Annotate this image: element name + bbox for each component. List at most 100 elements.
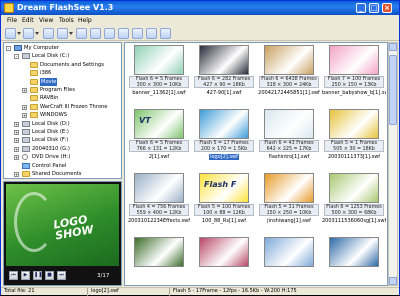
expand-icon[interactable]: + [22, 104, 27, 110]
forward-button[interactable] [23, 28, 34, 39]
view-dropdown-icon[interactable] [69, 32, 73, 36]
thumbnail-tile[interactable]: Flash 7 = 100 Frames 250 × 150 = 13Kb bann… [322, 45, 386, 105]
tree-item[interactable]: + Local Disk (D:) [4, 120, 121, 128]
thumbnail-image[interactable] [199, 237, 249, 267]
thumbnail-image[interactable] [264, 109, 314, 139]
thumbnail-image[interactable] [264, 45, 314, 75]
expand-icon[interactable]: + [14, 130, 19, 135]
tree-item[interactable]: + Program Files [4, 86, 121, 94]
thumbnail-tile[interactable]: Flash 6 = 282 Frames 427 × 90 = 18Kb 427-9… [192, 45, 256, 105]
back-button[interactable] [5, 28, 16, 39]
thumbnail-tile[interactable] [192, 237, 256, 285]
thumbnail-tile[interactable]: VT Flash 6 = 5 Frames 766 × 131 = 12Kb 2[1]… [127, 109, 191, 169]
settings-button[interactable] [132, 28, 143, 39]
thumbnail-image[interactable] [329, 237, 379, 267]
thumbnail-image[interactable] [329, 173, 379, 203]
file-name-text: jinshiwang[1].swf [267, 218, 311, 224]
collapse-icon[interactable]: - [6, 46, 11, 51]
thumbnail-tile[interactable]: Flash 6 = 43 Frames 642 × 225 = 17Kb flash… [257, 109, 321, 169]
collapse-icon[interactable]: - [14, 54, 19, 60]
folder-button[interactable] [76, 28, 87, 39]
thumbnail-image[interactable] [199, 109, 249, 139]
forward-dropdown-icon[interactable] [35, 32, 39, 36]
thumbnail-image[interactable] [264, 173, 314, 203]
pause-button[interactable]: ❚❚ [33, 271, 42, 280]
tree-item[interactable]: + Local Disk (E:) [4, 128, 121, 136]
thumbnail-image[interactable] [329, 109, 379, 139]
minimize-button[interactable]: _ [356, 3, 366, 13]
expand-icon[interactable]: + [14, 138, 19, 144]
thumbnail-view-button[interactable] [57, 28, 68, 39]
thumbnail-image[interactable] [134, 173, 184, 203]
next-frame-button[interactable]: ⏭ [57, 271, 66, 280]
disk-button[interactable] [104, 28, 115, 39]
menu-file[interactable]: File [7, 16, 17, 25]
tree-item[interactable]: Control Panel [4, 162, 121, 170]
gallery-scrollbar[interactable] [388, 42, 398, 286]
expand-icon[interactable]: + [14, 155, 19, 161]
dimensions-size: 500 × 300 = 68Kb [331, 210, 377, 216]
thumbnail-image[interactable] [264, 237, 314, 267]
close-button[interactable]: × [382, 3, 392, 13]
thumbnail-tile[interactable]: Flash F Flash 5 = 100 Frames 100 × 88 = 12… [192, 173, 256, 233]
tree-item[interactable]: - My Computer [4, 44, 121, 52]
expand-icon[interactable]: + [14, 121, 19, 127]
expand-icon[interactable]: + [14, 172, 19, 177]
thumbnail-tile[interactable]: Flash 5 = 17 Frames 200 × 170 = 1.5Kb logo… [192, 109, 256, 169]
tree-item[interactable]: + WarCraft III Frozen Throne [4, 103, 121, 111]
menu-edit[interactable]: Edit [22, 16, 34, 25]
tree-item[interactable]: Movie [4, 77, 121, 86]
expand-icon[interactable]: + [22, 113, 27, 119]
tree-item[interactable]: + WINDOWS [4, 111, 121, 119]
thumbnail-tile[interactable] [322, 237, 386, 285]
tree-item[interactable]: Documents and Settings [4, 61, 121, 69]
scroll-down-button[interactable] [389, 277, 397, 285]
menu-view[interactable]: View [39, 16, 53, 25]
back-dropdown-icon[interactable] [17, 32, 21, 36]
tree-item[interactable]: + Local Disk (F:) [4, 136, 121, 144]
tree-item[interactable]: i386 [4, 69, 121, 77]
thumbnail-tile[interactable]: Flash 5 = 31 Frames 150 × 250 = 10Kb jinsh… [257, 173, 321, 233]
thumbnail-image[interactable] [199, 45, 249, 75]
help-button[interactable] [160, 28, 171, 39]
thumbnail-tile[interactable]: Flash 4 = 756 Frames 559 × 400 = 12Kb 2003… [127, 173, 191, 233]
thumbnail-tile[interactable]: Flash 5 = 1 Frames 505 × 30 = 18Kb 2003011… [322, 109, 386, 169]
thumbnail-tile[interactable]: Flash 6 = 6438 Frames 318 × 300 = 24Kb 200… [257, 45, 321, 105]
thumbnail-image[interactable] [329, 45, 379, 75]
tree-item[interactable]: RAVBin [4, 94, 121, 102]
expand-icon[interactable]: + [22, 88, 27, 93]
thumbnail-image[interactable] [134, 237, 184, 267]
fullscreen-button[interactable] [146, 28, 157, 39]
thumbnail-tile[interactable] [257, 237, 321, 285]
play-button[interactable]: ▶ [21, 271, 30, 280]
tree-item[interactable]: +20040310 (G:) [4, 145, 121, 153]
scroll-up-button[interactable] [389, 43, 397, 51]
title-bar[interactable]: Dream FlashSee V1.3 _ □ × [1, 1, 399, 15]
expand-icon[interactable]: + [14, 146, 19, 152]
thumbnail-image[interactable]: VT [134, 109, 184, 139]
thumbnail-tile[interactable]: Flash 6 = 1253 Frames 500 × 300 = 68Kb 200… [322, 173, 386, 233]
thumbnail-tile[interactable] [127, 237, 191, 285]
stop-button[interactable]: ■ [45, 271, 54, 280]
tree-item[interactable]: + DVD Drive (H:) [4, 153, 121, 161]
tree-item[interactable]: - Local Disk (C:) [4, 52, 121, 60]
folder-tree[interactable]: - My Computer - Local Disk (C:) Documents an… [3, 42, 122, 179]
status-current-file: logo[2].swf [91, 288, 119, 294]
prev-frame-button[interactable]: ⏮ [9, 271, 18, 280]
thumbnail-gallery[interactable]: Flash 6 = 5 Frames 300 × 300 = 10Kb banner… [124, 42, 388, 286]
thumbnail-art [135, 46, 183, 74]
frame-count: Flash 5 = 17 Frames [199, 141, 249, 146]
zoom-button[interactable] [90, 28, 101, 39]
monitor-button[interactable] [118, 28, 129, 39]
thumbnail-image[interactable] [134, 45, 184, 75]
thumbnail-image[interactable]: Flash F [199, 173, 249, 203]
dimensions-size: 250 × 150 = 13Kb [331, 82, 377, 88]
menu-tools[interactable]: Tools [59, 16, 74, 25]
scroll-thumb[interactable] [389, 55, 397, 125]
up-folder-button[interactable] [43, 28, 54, 39]
menu-help[interactable]: Help [78, 16, 92, 25]
preview-image: LOGO SHOW [6, 184, 119, 266]
tree-item[interactable]: + Shared Documents [4, 170, 121, 178]
thumbnail-tile[interactable]: Flash 6 = 5 Frames 300 × 300 = 10Kb banner… [127, 45, 191, 105]
maximize-button[interactable]: □ [369, 3, 379, 13]
